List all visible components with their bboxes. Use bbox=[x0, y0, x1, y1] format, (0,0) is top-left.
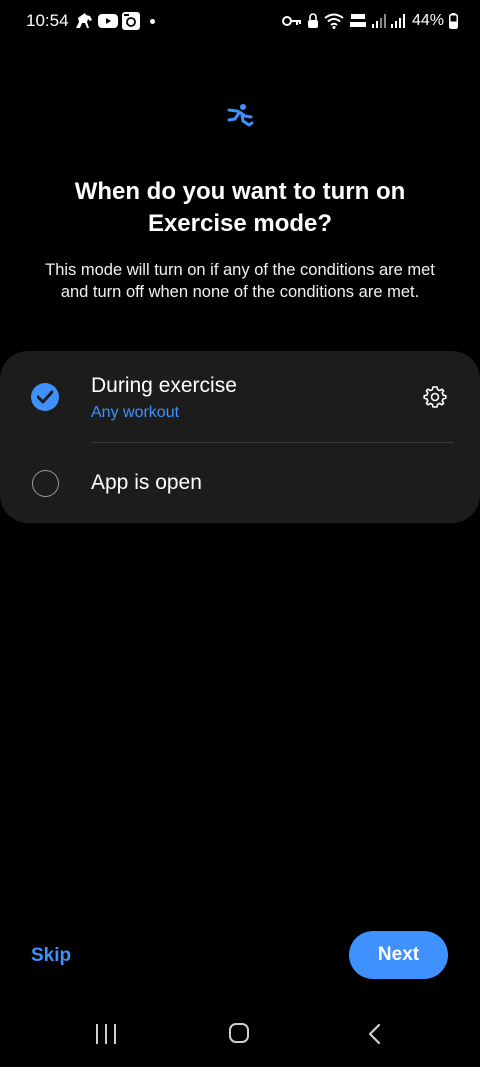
notification-dot bbox=[150, 18, 155, 24]
wifi-icon bbox=[324, 13, 344, 29]
exercise-running-icon bbox=[227, 104, 254, 127]
checkbox-checked[interactable] bbox=[31, 383, 59, 411]
checkbox-unchecked[interactable] bbox=[32, 470, 59, 497]
page-description: This mode will turn on if any of the con… bbox=[45, 261, 435, 301]
battery-percentage: 44% bbox=[411, 12, 444, 29]
option-during-exercise[interactable]: During exercise Any workout bbox=[0, 351, 480, 442]
battery-icon bbox=[449, 13, 458, 29]
status-right-icons: 44% bbox=[281, 12, 458, 30]
skip-button[interactable]: Skip bbox=[31, 945, 71, 967]
next-button[interactable]: Next bbox=[349, 931, 448, 979]
checkmark-icon bbox=[37, 390, 53, 404]
option-app-is-open[interactable]: App is open bbox=[0, 443, 480, 523]
vpn-key-icon bbox=[281, 16, 301, 26]
signal-icon bbox=[371, 14, 386, 28]
home-icon[interactable] bbox=[229, 1023, 249, 1043]
option-title: During exercise bbox=[91, 374, 237, 397]
page-title: When do you want to turn on Exercise mod… bbox=[74, 178, 406, 237]
signal-icon-2 bbox=[390, 14, 405, 28]
gear-icon[interactable] bbox=[423, 385, 447, 409]
status-left-icons bbox=[74, 12, 155, 30]
horse-icon bbox=[76, 13, 92, 28]
lock-icon bbox=[307, 13, 318, 28]
youtube-icon bbox=[98, 14, 118, 28]
conditions-card: During exercise Any workout App is open bbox=[0, 351, 480, 523]
camera-app-icon bbox=[122, 12, 140, 30]
option-title: App is open bbox=[91, 471, 202, 494]
status-bar: 10:54 44% bbox=[0, 0, 480, 44]
volte-icon bbox=[349, 14, 366, 27]
back-icon[interactable] bbox=[367, 1023, 381, 1045]
status-time: 10:54 bbox=[26, 11, 69, 30]
recents-icon[interactable] bbox=[95, 1024, 117, 1044]
option-subtitle: Any workout bbox=[91, 404, 180, 421]
